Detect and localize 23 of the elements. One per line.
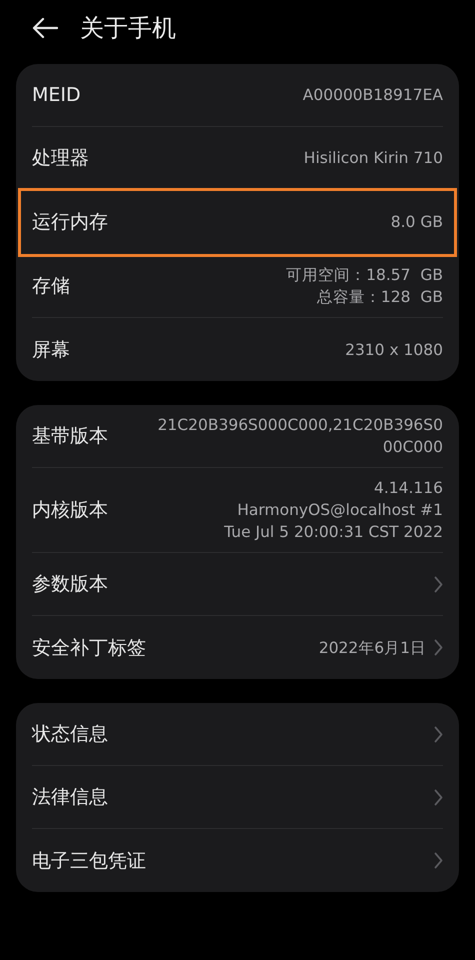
row-label: 基带版本 [32, 424, 108, 449]
row-label: 屏幕 [32, 338, 70, 362]
row-value: A00000B18917EA [302, 85, 443, 106]
row-label[interactable]: 电子三包凭证 [32, 848, 146, 874]
row-label: MEID [32, 84, 81, 106]
row-value: 21C20B396S000C000,21C20B396S0 00C000 [158, 415, 443, 458]
row-label: 存储 [32, 274, 70, 299]
back-arrow-icon [32, 17, 58, 39]
row-value: 2310 x 1080 [345, 340, 443, 360]
row-value: 4.14.116 HarmonyOS@localhost #1 Tue Jul 5 20:00:31 CST 2022 [224, 478, 443, 543]
row-value: 2022年6月1日 [318, 638, 426, 658]
back-button[interactable] [32, 17, 58, 39]
row-label[interactable]: 安全补丁标签 [32, 634, 146, 660]
row-label[interactable]: 法律信息 [32, 784, 108, 810]
page-title: 关于手机 [80, 13, 176, 44]
row-value: 可用空间：18.57 GB 总容量：128 GB [286, 265, 443, 308]
row-value: Hisilicon Kirin 710 [304, 148, 443, 169]
row-value: 8.0 GB [390, 212, 443, 233]
row-label: 内核版本 [32, 498, 108, 523]
row-label[interactable]: 参数版本 [32, 571, 108, 597]
row-label[interactable]: 状态信息 [32, 721, 108, 747]
row-label: 运行内存 [32, 210, 108, 235]
row-label: 处理器 [32, 146, 89, 171]
